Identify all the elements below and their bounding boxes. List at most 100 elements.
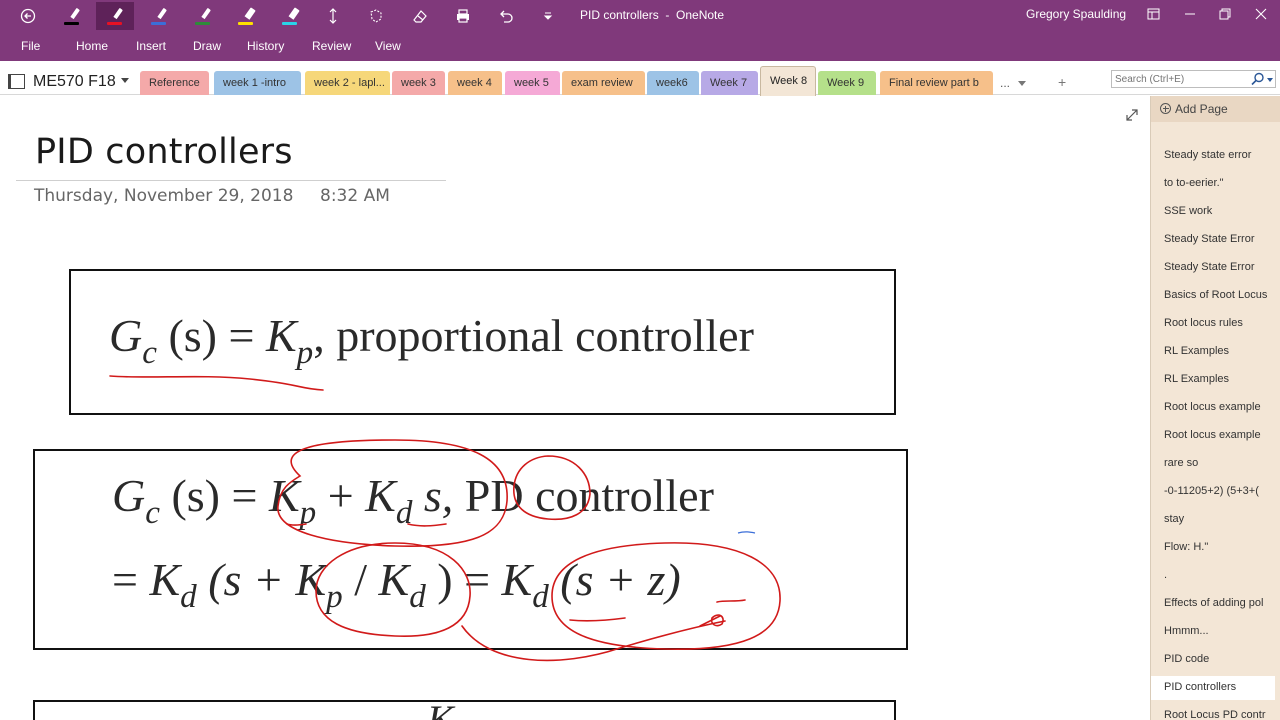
section-tab[interactable]: week 2 - lapl... [305,71,390,95]
add-page-label: Add Page [1175,102,1228,116]
add-section-button[interactable]: + [1058,74,1066,90]
undo-icon[interactable] [492,4,520,28]
page-item[interactable]: RL Examples [1151,368,1280,392]
eq-subscript: d [409,577,426,615]
eq-text: ) = [437,554,491,605]
equation-image-proportional[interactable]: Gc (s) = Kp, proportional controller [69,269,896,415]
eq-symbol: K [501,554,533,605]
page-item[interactable]: Basics of Root Locus [1151,284,1280,308]
page-time: 8:32 AM [320,186,390,206]
page-item[interactable]: Effects of adding pol [1151,592,1280,616]
menu-insert[interactable]: Insert [136,39,166,53]
onenote-window: PID controllers - OneNote Gregory Spauld… [0,0,1280,720]
equation-image-pd[interactable]: Gc (s) = Kp + Kd s, PD controller = Kd (… [33,449,908,650]
section-tab[interactable]: Reference [140,71,209,95]
eq-text: (s) [168,310,217,361]
eq-subscript: p [326,577,343,615]
page-list-pane: Add Page Steady state error to to-eerier.… [1150,96,1280,720]
section-tab[interactable]: week 3 [392,71,445,95]
search-icon[interactable] [1251,72,1265,86]
back-icon[interactable] [14,4,42,28]
menu-draw[interactable]: Draw [193,39,221,53]
page-item[interactable]: Steady state error [1151,144,1280,168]
page-item[interactable]: Root locus example [1151,424,1280,448]
full-screen-icon[interactable] [1140,4,1166,24]
page-item[interactable]: Steady State Error [1151,228,1280,252]
page-date: Thursday, November 29, 2018 [34,186,294,206]
expand-icon[interactable] [1125,108,1139,122]
menu-view[interactable]: View [375,39,401,53]
chevron-down-icon[interactable] [1018,81,1026,86]
section-tabs-bar: ME570 F18 Reference week 1 -intro week 2… [0,61,1280,96]
page-item[interactable]: Flow: H." [1151,536,1280,560]
add-space-icon[interactable] [319,4,347,28]
page-item[interactable]: RL Examples [1151,340,1280,364]
user-name[interactable]: Gregory Spaulding [1026,7,1126,21]
highlighter-yellow-icon[interactable] [232,4,260,28]
minimize-icon[interactable] [1177,4,1203,24]
page-item[interactable]: . [1151,564,1280,588]
notebook-name[interactable]: ME570 F18 [33,73,116,91]
menu-review[interactable]: Review [312,39,351,53]
section-tab[interactable]: week 5 [505,71,560,95]
page-item[interactable]: stay [1151,508,1280,532]
page-item[interactable]: SSE work [1151,200,1280,224]
window-title: PID controllers - OneNote [580,8,725,22]
eq-symbol: K [268,470,300,521]
eq-symbol: K [427,702,454,720]
lasso-select-icon[interactable] [362,4,390,28]
chevron-down-icon[interactable] [121,78,129,83]
add-page-button[interactable]: Add Page [1151,96,1280,122]
eq-subscript: c [142,333,157,371]
menu-file[interactable]: File [21,39,40,53]
chevron-down-icon[interactable] [1267,78,1273,82]
more-sections-button[interactable]: ... [1000,76,1010,90]
section-tab[interactable]: week 1 -intro [214,71,301,95]
page-item[interactable]: Hmmm... [1151,620,1280,644]
eq-symbol: s, [423,470,454,521]
section-tab-active[interactable]: Week 8 [760,66,816,96]
section-tab[interactable]: week 4 [448,71,502,95]
pen-red-icon[interactable] [96,2,134,30]
eq-text: (s) [171,470,220,521]
page-title[interactable]: PID controllers [35,132,293,172]
eq-text: = [231,470,258,521]
section-tab[interactable]: week6 [647,71,699,95]
eq-symbol: K [149,554,181,605]
section-tab[interactable]: exam review [562,71,645,95]
restore-icon[interactable] [1212,4,1238,24]
section-tab[interactable]: Week 7 [701,71,758,95]
notebook-icon[interactable] [8,74,25,89]
eq-symbol: K [295,554,327,605]
pen-blue-icon[interactable] [145,4,173,28]
page-item[interactable]: rare so [1151,452,1280,476]
page-item[interactable]: Root locus rules [1151,312,1280,336]
page-canvas[interactable]: PID controllers Thursday, November 29, 2… [0,96,1150,720]
menu-home[interactable]: Home [76,39,108,53]
page-item[interactable]: PID code [1151,648,1280,672]
customize-toolbar-icon[interactable] [534,4,562,28]
eq-text: / [354,554,367,605]
page-item[interactable]: to to-eerier." [1151,172,1280,196]
eq-subscript: d [532,577,549,615]
page-item-selected[interactable]: PID controllers [1151,676,1275,700]
equation-line: = Kd (s + Kp / Kd ) = Kd (s + z) [112,553,681,615]
title-divider [16,180,446,181]
eq-subscript: p [299,493,317,531]
close-icon[interactable] [1248,4,1274,24]
print-icon[interactable] [449,4,477,28]
equation-image-partial[interactable]: K [33,700,896,720]
eraser-icon[interactable] [406,4,434,28]
page-item[interactable]: Root locus example [1151,396,1280,420]
page-item[interactable]: Root Locus PD contr [1151,704,1280,720]
menu-history[interactable]: History [247,39,284,53]
equation-line: Gc (s) = Kp, proportional controller [109,309,754,371]
page-item[interactable]: -0-11205+2) (5+3+( [1151,480,1280,504]
section-tab[interactable]: Final review part b [880,71,993,95]
page-item[interactable]: Steady State Error [1151,256,1280,280]
highlighter-cyan-icon[interactable] [276,4,304,28]
pen-black-icon[interactable] [58,4,86,28]
pen-green-icon[interactable] [189,4,217,28]
section-tab[interactable]: Week 9 [818,71,876,95]
title-bar: PID controllers - OneNote Gregory Spauld… [0,0,1280,32]
